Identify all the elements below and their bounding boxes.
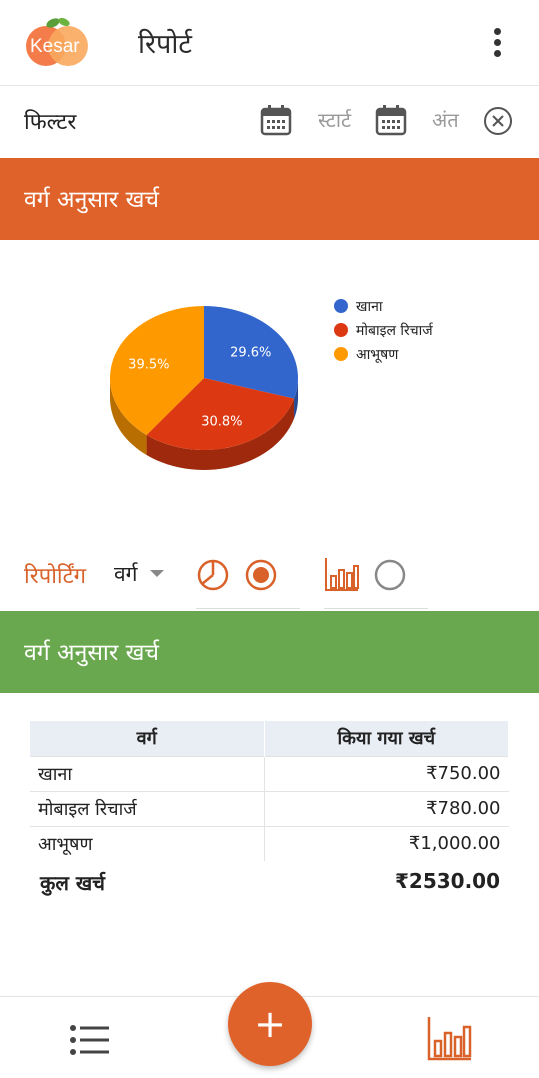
- calendar-icon[interactable]: [260, 104, 292, 136]
- legend-swatch: [334, 347, 348, 361]
- calendar-icon[interactable]: [375, 104, 407, 136]
- divider: [324, 608, 428, 609]
- filter-bar: फिल्टर स्टार्ट अंत: [0, 86, 539, 158]
- column-header-spent: किया गया खर्च: [264, 721, 509, 756]
- legend-item: आभूषण: [334, 342, 433, 366]
- legend-item: मोबाइल रिचार्ज: [334, 318, 433, 342]
- legend-label: खाना: [356, 298, 383, 315]
- more-options-icon[interactable]: [486, 22, 510, 62]
- reporting-controls: रिपोर्टिंग वर्ग: [0, 540, 539, 610]
- add-expense-button[interactable]: +: [228, 982, 312, 1066]
- pie-chart-icon[interactable]: [196, 558, 230, 592]
- pie-slice-label: 29.6%: [230, 345, 271, 360]
- reports-bar-chart-icon[interactable]: [427, 1015, 473, 1061]
- table-row: खाना ₹750.00: [30, 755, 509, 791]
- app-bar: Kesar रिपोर्ट: [0, 0, 539, 86]
- clear-filter-icon[interactable]: [483, 106, 513, 136]
- chevron-down-icon[interactable]: [150, 570, 164, 577]
- start-date-field[interactable]: स्टार्ट: [318, 106, 351, 133]
- column-header-category: वर्ग: [30, 721, 265, 756]
- row-amount: ₹750.00: [264, 755, 509, 791]
- legend-swatch: [334, 323, 348, 337]
- page-title: रिपोर्ट: [138, 29, 192, 60]
- legend-label: मोबाइल रिचार्ज: [356, 322, 433, 339]
- total-row: कुल खर्च ₹2530.00: [40, 869, 500, 899]
- end-date-field[interactable]: अंत: [432, 106, 459, 133]
- reporting-label: रिपोर्टिंग: [24, 564, 87, 589]
- expense-pie-chart: 29.6% 30.8% 39.5%: [110, 306, 298, 470]
- table-row: मोबाइल रिचार्ज ₹780.00: [30, 790, 509, 826]
- total-label: कुल खर्च: [40, 871, 105, 895]
- legend-swatch: [334, 299, 348, 313]
- row-category: आभूषण: [30, 825, 265, 861]
- plus-icon: +: [254, 1002, 286, 1046]
- pie-slice-label: 30.8%: [201, 414, 242, 429]
- row-category: खाना: [30, 755, 265, 791]
- bar-view-radio[interactable]: [373, 558, 407, 592]
- pie-slice-label: 39.5%: [128, 358, 169, 373]
- row-amount: ₹1,000.00: [264, 825, 509, 861]
- pie-view-radio[interactable]: [244, 558, 278, 592]
- row-amount: ₹780.00: [264, 790, 509, 826]
- table-row: आभूषण ₹1,000.00: [30, 825, 509, 861]
- bar-chart-icon[interactable]: [324, 556, 360, 592]
- row-category: मोबाइल रिचार्ज: [30, 790, 265, 826]
- group-by-dropdown[interactable]: वर्ग: [114, 560, 138, 588]
- divider: [196, 608, 300, 609]
- pie-section-header: वर्ग अनुसार खर्च: [0, 158, 539, 240]
- expense-table: वर्ग किया गया खर्च खाना ₹750.00 मोबाइल र…: [30, 721, 509, 861]
- logo-text: Kesar: [30, 36, 80, 57]
- chart-legend: खाना मोबाइल रिचार्ज आभूषण: [334, 294, 433, 366]
- legend-item: खाना: [334, 294, 433, 318]
- list-icon[interactable]: [70, 1025, 110, 1055]
- filter-label: फिल्टर: [24, 110, 77, 135]
- total-value: ₹2530.00: [394, 869, 500, 893]
- legend-label: आभूषण: [356, 346, 399, 363]
- table-section-header: वर्ग अनुसार खर्च: [0, 611, 539, 693]
